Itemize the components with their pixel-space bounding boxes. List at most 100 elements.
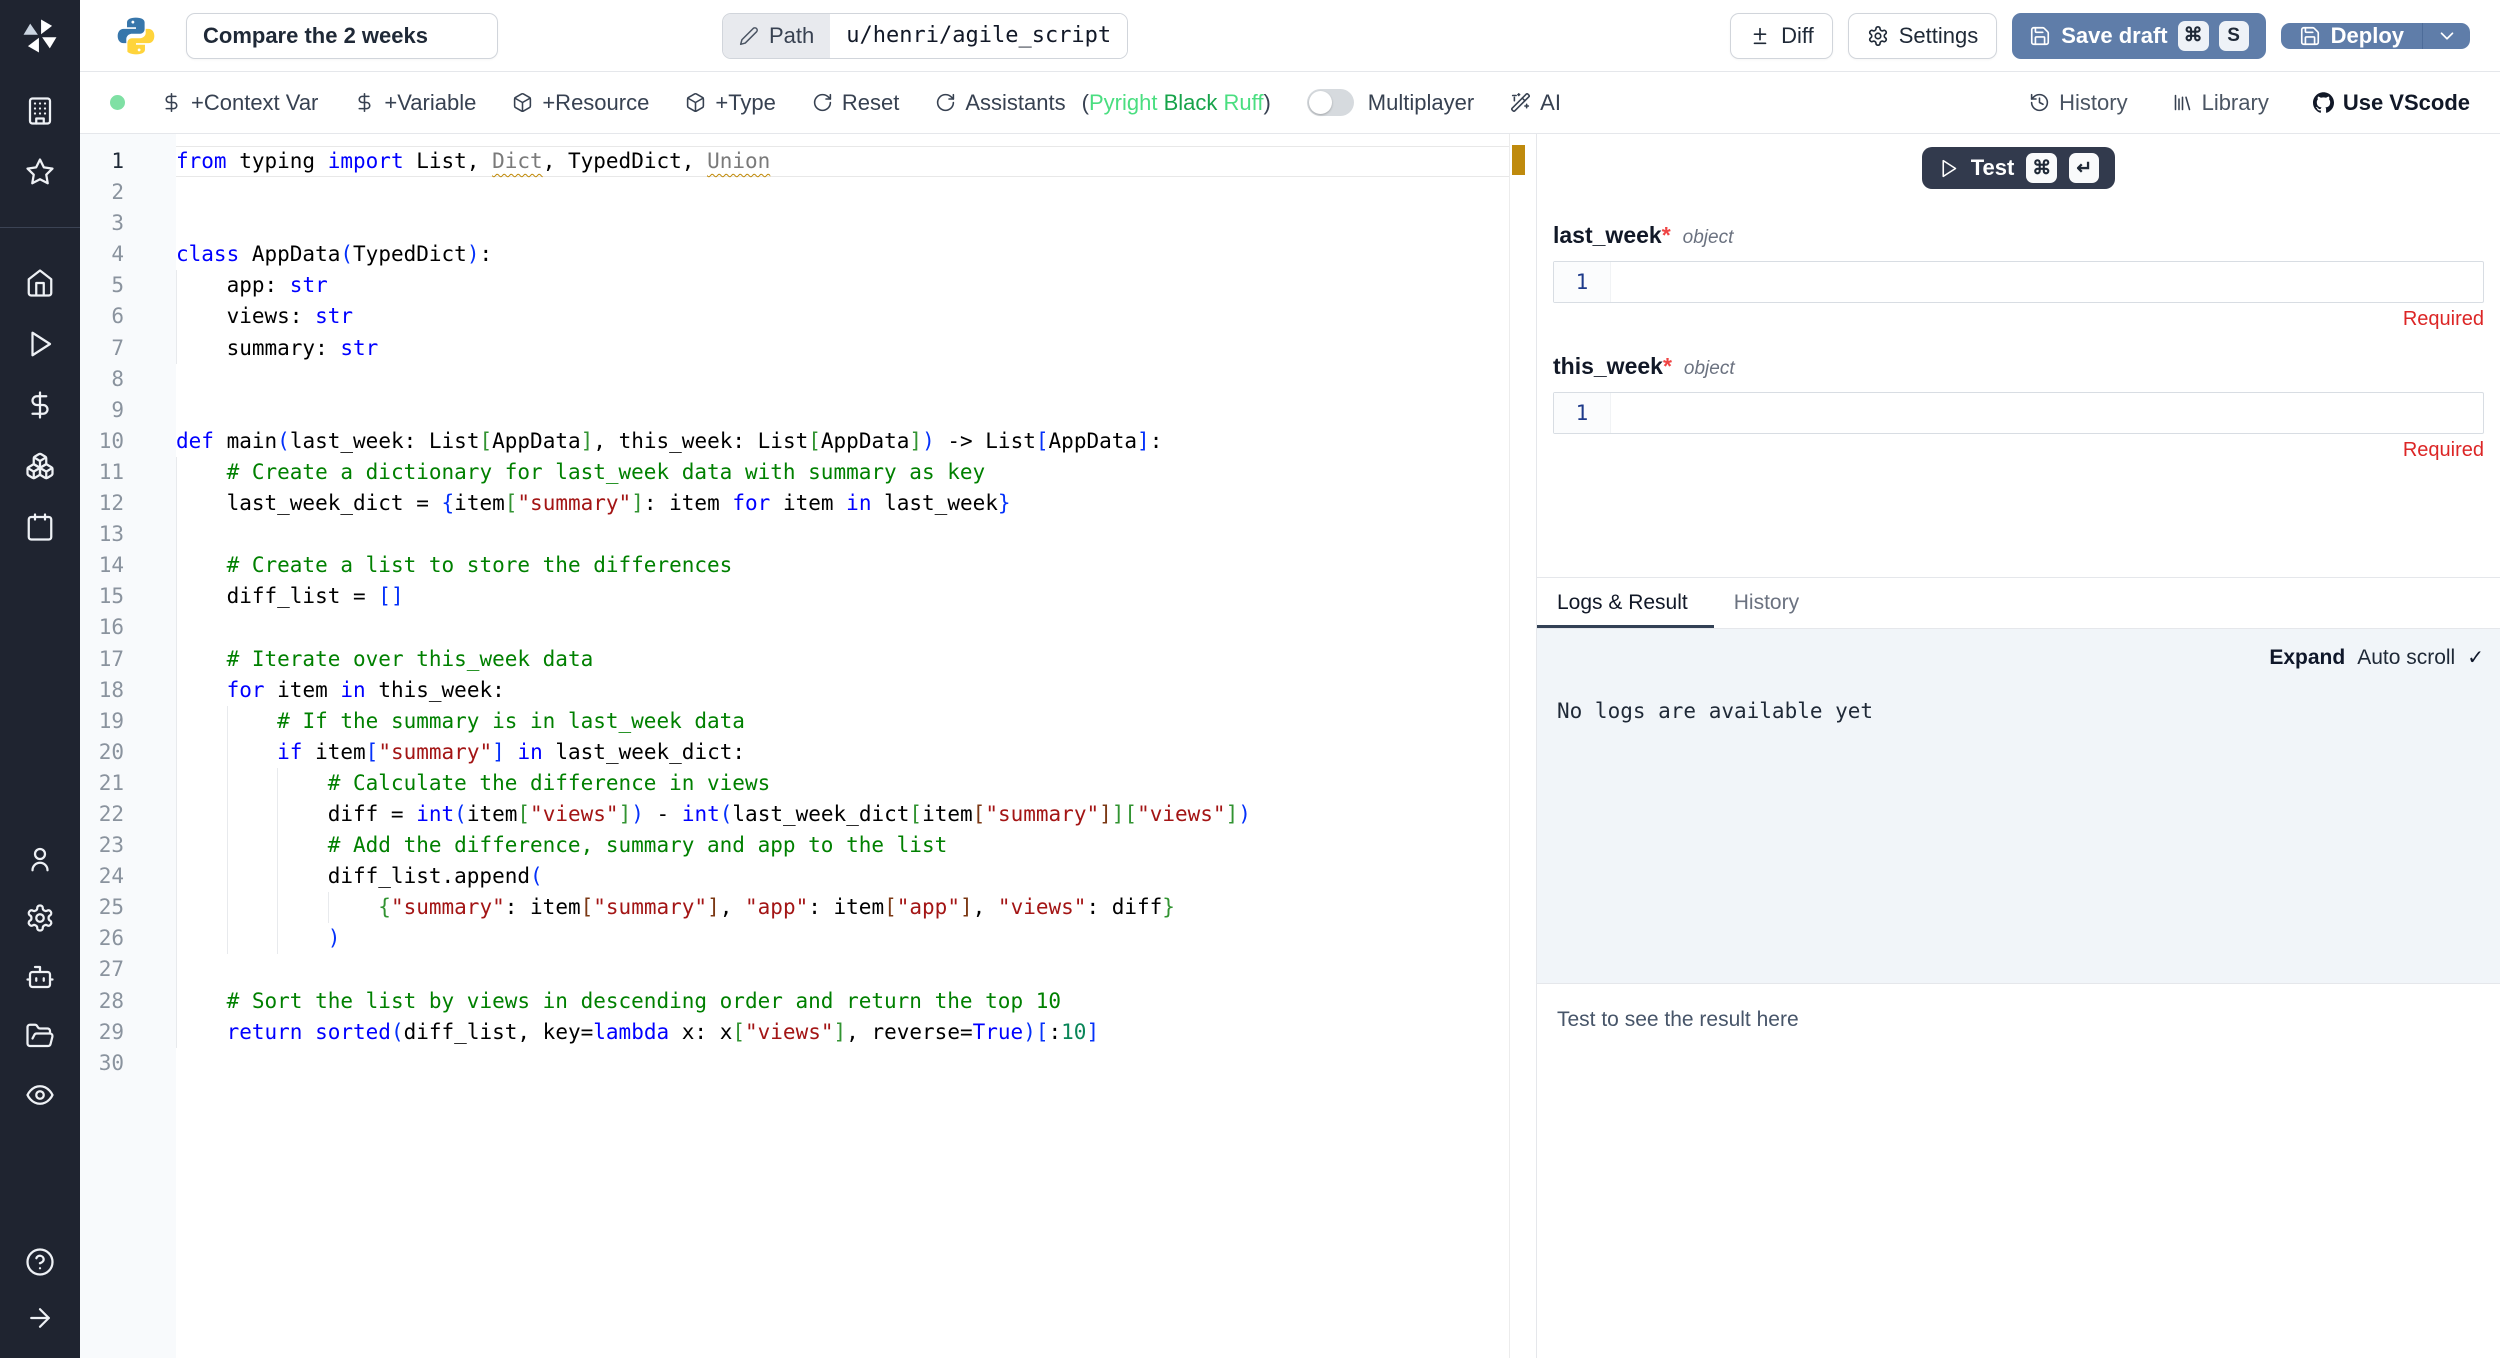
code-line[interactable] (176, 1048, 1509, 1079)
arg-json-input[interactable]: 1 (1553, 392, 2484, 434)
diff-button[interactable]: Diff (1730, 13, 1833, 59)
arg-json-input[interactable]: 1 (1553, 261, 2484, 303)
deploy-dropdown-button[interactable] (2422, 23, 2470, 49)
code-line[interactable]: diff_list.append( (176, 861, 1509, 892)
code-line[interactable]: ) (176, 923, 1509, 954)
required-star: * (1663, 353, 1672, 380)
code-line[interactable] (176, 395, 1509, 426)
path-label: Path (769, 23, 814, 49)
variables-dollar-icon[interactable] (25, 390, 55, 420)
code-line[interactable]: {"summary": item["summary"], "app": item… (176, 892, 1509, 923)
code-line[interactable] (176, 208, 1509, 239)
add-type-button[interactable]: +Type (685, 90, 776, 116)
windmill-logo-icon[interactable] (0, 0, 80, 72)
preview-panel: Test ⌘ ↵ last_week* object 1 (1536, 134, 2500, 1358)
code-editor[interactable]: 1234567891011121314151617181920212223242… (80, 134, 1536, 1358)
use-vscode-button[interactable]: Use VScode (2313, 90, 2470, 116)
required-hint: Required (1553, 308, 2484, 331)
code-line[interactable] (176, 612, 1509, 643)
code-line[interactable] (176, 364, 1509, 395)
library-button[interactable]: Library (2172, 90, 2269, 116)
script-name-input[interactable]: Compare the 2 weeks (186, 13, 498, 59)
add-resource-button[interactable]: +Resource (512, 90, 649, 116)
autoscroll-label[interactable]: Auto scroll (2357, 646, 2455, 670)
ai-button[interactable]: AI (1510, 90, 1561, 116)
code-line[interactable]: views: str (176, 301, 1509, 332)
dollar-icon (354, 92, 375, 113)
multiplayer-label: Multiplayer (1368, 90, 1474, 116)
schedules-calendar-icon[interactable] (25, 512, 55, 542)
cmd-key-badge: ⌘ (2026, 153, 2057, 183)
github-icon (2313, 92, 2334, 113)
code-line[interactable]: # Sort the list by views in descending o… (176, 986, 1509, 1017)
path-value[interactable]: u/henri/agile_script (830, 14, 1127, 58)
check-icon[interactable]: ✓ (2467, 645, 2484, 670)
history-button[interactable]: History (2029, 90, 2127, 116)
expand-button[interactable]: Expand (2269, 646, 2345, 670)
workspace-building-icon[interactable] (25, 96, 55, 126)
users-icon[interactable] (25, 844, 55, 874)
folders-icon[interactable] (25, 1021, 55, 1051)
code-line[interactable]: # Add the difference, summary and app to… (176, 830, 1509, 861)
assistants-button[interactable]: Assistants (935, 90, 1065, 116)
s-key-badge: S (2219, 21, 2249, 51)
resources-boxes-icon[interactable] (25, 451, 55, 481)
code-line[interactable]: last_week_dict = {item["summary"]: item … (176, 488, 1509, 519)
result-panel: Test to see the result here (1537, 983, 2500, 1358)
code-line[interactable]: from typing import List, Dict, TypedDict… (176, 146, 1509, 177)
code-line[interactable]: # Iterate over this_week data (176, 644, 1509, 675)
reset-button[interactable]: Reset (812, 90, 899, 116)
code-line[interactable] (176, 519, 1509, 550)
save-icon (2299, 25, 2321, 47)
code-line[interactable]: class AppData(TypedDict): (176, 239, 1509, 270)
diff-icon (1749, 25, 1771, 47)
test-button[interactable]: Test ⌘ ↵ (1922, 147, 2116, 189)
code-line[interactable]: return sorted(diff_list, key=lambda x: x… (176, 1017, 1509, 1048)
home-icon[interactable] (25, 268, 55, 298)
library-icon (2172, 92, 2193, 113)
sidebar-divider (0, 227, 80, 228)
code-line[interactable]: diff = int(item["views"]) - int(last_wee… (176, 799, 1509, 830)
code-line[interactable]: # Create a list to store the differences (176, 550, 1509, 581)
rotate-icon (935, 92, 956, 113)
code-line[interactable]: diff_list = [] (176, 581, 1509, 612)
code-line[interactable] (176, 954, 1509, 985)
add-variable-button[interactable]: +Variable (354, 90, 476, 116)
arg-name: this_week (1553, 353, 1663, 380)
add-context-var-button[interactable]: +Context Var (161, 90, 318, 116)
status-dot (110, 95, 125, 110)
deploy-button-group: Deploy (2281, 23, 2470, 49)
arg-type: object (1683, 227, 1734, 249)
code-line[interactable]: if item["summary"] in last_week_dict: (176, 737, 1509, 768)
rotate-icon (812, 92, 833, 113)
workers-bot-icon[interactable] (25, 962, 55, 992)
deploy-button[interactable]: Deploy (2281, 23, 2422, 49)
code-line[interactable]: # If the summary is in last_week data (176, 706, 1509, 737)
multiplayer-toggle[interactable] (1307, 89, 1354, 116)
code-line[interactable]: # Create a dictionary for last_week data… (176, 457, 1509, 488)
required-star: * (1662, 222, 1671, 249)
favorites-star-icon[interactable] (25, 157, 55, 187)
editor-scrollbar[interactable] (1510, 134, 1536, 1358)
settings-button[interactable]: Settings (1848, 13, 1998, 59)
tab-logs-result[interactable]: Logs & Result (1537, 578, 1714, 628)
collapse-arrow-icon[interactable] (25, 1303, 55, 1333)
code-line[interactable]: app: str (176, 270, 1509, 301)
code-line[interactable]: def main(last_week: List[AppData], this_… (176, 426, 1509, 457)
settings-gear-icon[interactable] (25, 903, 55, 933)
code-line[interactable]: summary: str (176, 333, 1509, 364)
audit-eye-icon[interactable] (25, 1080, 55, 1110)
tab-history[interactable]: History (1714, 578, 1825, 628)
path-control[interactable]: Path u/henri/agile_script (722, 13, 1128, 59)
help-icon[interactable] (25, 1247, 55, 1277)
code-line[interactable] (176, 177, 1509, 208)
code-line[interactable]: # Calculate the difference in views (176, 768, 1509, 799)
code-line[interactable]: for item in this_week: (176, 675, 1509, 706)
runs-play-icon[interactable] (25, 329, 55, 359)
save-draft-button[interactable]: Save draft ⌘ S (2012, 13, 2265, 59)
chevron-down-icon (2436, 25, 2458, 47)
editor-code-area[interactable]: from typing import List, Dict, TypedDict… (176, 134, 1510, 1358)
arg-name: last_week (1553, 222, 1662, 249)
wand-sparkles-icon (1510, 92, 1531, 113)
python-language-icon (114, 14, 158, 58)
